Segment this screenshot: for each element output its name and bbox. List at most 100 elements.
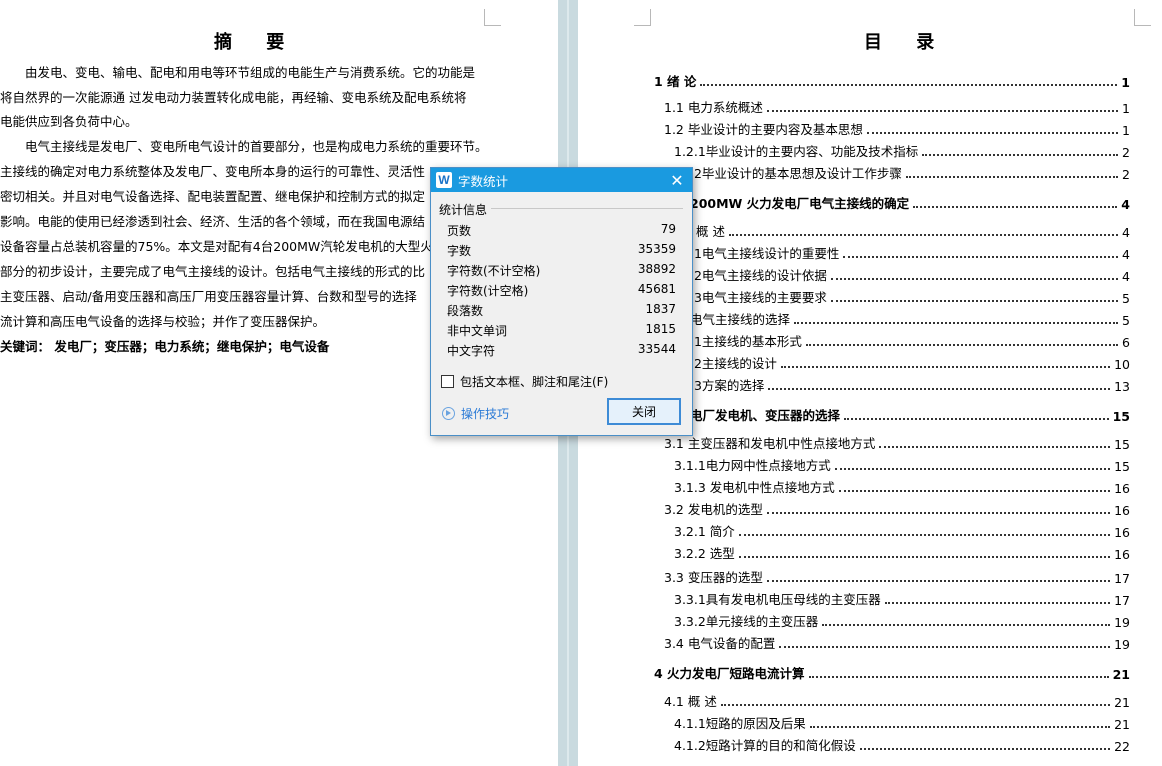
stat-value: 45681 — [637, 282, 676, 296]
toc-entry-page: 4 — [1122, 225, 1130, 240]
toc-entry[interactable]: .2主接线的设计 10 — [690, 354, 1130, 372]
stat-value: 1815 — [645, 322, 676, 336]
toc-entry[interactable]: .1电气主接线设计的重要性 4 — [690, 244, 1130, 262]
abstract-line: 影响。电能的使用已经渗透到社会、经济、生活的各个领域，而在我国电源结 — [0, 214, 426, 229]
toc-entry-label: 3.2.2 选型 — [674, 546, 735, 561]
toc-leader-dots — [766, 580, 1111, 582]
toc-entry[interactable]: 3.2.1 简介 16 — [674, 522, 1130, 540]
toc-entry-page: 13 — [1114, 379, 1130, 394]
toc-entry[interactable]: 3.3.1具有发电机电压母线的主变压器 17 — [674, 590, 1130, 608]
toc-entry-label: 3.2.1 简介 — [674, 524, 735, 539]
toc-leader-dots — [794, 322, 1119, 324]
toc-entry-page: 4 — [1122, 247, 1130, 262]
stat-value: 35359 — [637, 242, 676, 256]
toc-entry[interactable]: 200MW 火力发电厂电气主接线的确定 4 — [690, 194, 1130, 212]
include-textbox-checkbox[interactable]: 包括文本框、脚注和尾注(F) — [441, 373, 608, 390]
toc-entry[interactable]: 电厂发电机、变压器的选择 15 — [690, 406, 1130, 424]
toc-entry[interactable]: 3.1.3 发电机中性点接地方式 16 — [674, 478, 1130, 496]
stat-value: 38892 — [637, 262, 676, 276]
toc-leader-dots — [843, 256, 1119, 258]
toc-entry-page: 5 — [1122, 291, 1130, 306]
abstract-line: 电气主接线是发电厂、变电所电气设计的首要部分，也是构成电力系统的重要环节。 — [25, 139, 488, 154]
margin-corner-mark — [484, 9, 501, 26]
toc-entry[interactable]: .2电气主接线的设计依据 4 — [690, 266, 1130, 284]
toc-entry-page: 19 — [1114, 637, 1130, 652]
toc-leader-dots — [766, 110, 1119, 112]
stat-row: 字数 35359 — [447, 242, 676, 259]
toc-leader-dots — [766, 512, 1111, 514]
stat-value: 1837 — [645, 302, 676, 316]
toc-entry[interactable]: 4.1.1短路的原因及后果 21 — [674, 714, 1130, 732]
toc-entry[interactable]: 3.2.2 选型 16 — [674, 544, 1130, 562]
toc-entry-label: .1电气主接线设计的重要性 — [690, 246, 840, 261]
toc-entry-page: 15 — [1112, 409, 1130, 424]
toc-entry-page: 17 — [1114, 593, 1130, 608]
stat-value: 79 — [660, 222, 676, 236]
toc-entry-label: 1.2.1毕业设计的主要内容、功能及技术指标 — [674, 144, 919, 159]
toc-entry[interactable]: 1.2 毕业设计的主要内容及基本思想 1 — [664, 120, 1130, 138]
toc-entry[interactable]: .3方案的选择 13 — [690, 376, 1130, 394]
toc-leader-dots — [728, 234, 1119, 236]
keywords-line: 关键词： 发电厂；变压器；电力系统；继电保护；电气设备 — [0, 339, 330, 354]
toc-entry[interactable]: 1.2.1毕业设计的主要内容、功能及技术指标 2 — [674, 142, 1130, 160]
checkbox-icon[interactable] — [441, 375, 454, 388]
toc-entry-label: .3电气主接线的主要要求 — [690, 290, 827, 305]
stat-row: 段落数 1837 — [447, 302, 676, 319]
toc-entry-label: 3.1 主变压器和发电机中性点接地方式 — [664, 436, 876, 451]
toc-entry[interactable]: 3.3.2单元接线的主变压器 19 — [674, 612, 1130, 630]
toc-entry-page: 15 — [1114, 437, 1130, 452]
toc-entry-label: 1.2 毕业设计的主要内容及基本思想 — [664, 122, 863, 137]
tips-label: 操作技巧 — [461, 407, 510, 421]
toc-entry[interactable]: .1主接线的基本形式 6 — [690, 332, 1130, 350]
word-count-dialog: W 字数统计 ✕ 统计信息 页数 79 字数 35359 字符数(不计空格) 38892 字… — [430, 167, 693, 436]
tips-link[interactable]: 操作技巧 — [442, 405, 509, 422]
close-button[interactable]: 关闭 — [607, 398, 681, 425]
toc-entry[interactable]: 4.1.2短路计算的目的和简化假设 22 — [674, 736, 1130, 754]
abstract-line: 主接线的确定对电力系统整体及发电厂、变电所本身的运行的可靠性、灵活性 — [0, 164, 426, 179]
toc-leader-dots — [844, 418, 1109, 420]
toc-entry-page: 2 — [1122, 145, 1130, 160]
dialog-titlebar[interactable]: W 字数统计 ✕ — [431, 168, 692, 192]
toc-entry[interactable]: 3.4 电气设备的配置 19 — [664, 634, 1130, 652]
toc-entry-label: 3.3.2单元接线的主变压器 — [674, 614, 819, 629]
toc-leader-dots — [905, 176, 1119, 178]
toc-leader-dots — [822, 624, 1111, 626]
toc-entry[interactable]: .2毕业设计的基本思想及设计工作步骤 2 — [690, 164, 1130, 182]
stat-label: 段落数 — [447, 304, 484, 318]
stat-label: 字数 — [447, 244, 472, 258]
margin-corner-mark — [1134, 9, 1151, 26]
toc-entry[interactable]: 3.3 变压器的选型 17 — [664, 568, 1130, 586]
stat-label: 字符数(计空格) — [447, 284, 529, 298]
close-icon[interactable]: ✕ — [662, 171, 692, 190]
toc-entry[interactable]: .3电气主接线的主要要求 5 — [690, 288, 1130, 306]
stat-row: 中文字符 33544 — [447, 342, 676, 359]
toc-entry[interactable]: 3.1.1电力网中性点接地方式 15 — [674, 456, 1130, 474]
toc-entry[interactable]: 4 火力发电厂短路电流计算 21 — [654, 664, 1130, 682]
toc-entry-page: 1 — [1121, 75, 1130, 90]
toc-entry-label: 3.2 发电机的选型 — [664, 502, 763, 517]
dialog-title: 字数统计 — [458, 173, 509, 189]
toc-entry-label: 3.1.1电力网中性点接地方式 — [674, 458, 831, 473]
toc-leader-dots — [809, 726, 1111, 728]
toc-entry[interactable]: 1 绪 论 1 — [654, 72, 1130, 90]
toc-leader-dots — [808, 676, 1109, 678]
toc-entry-label: 电气主接线的选择 — [690, 312, 791, 327]
toc-leader-dots — [922, 154, 1119, 156]
toc-entry[interactable]: 电气主接线的选择 5 — [690, 310, 1130, 328]
stat-row: 页数 79 — [447, 222, 676, 239]
toc-leader-dots — [913, 206, 1118, 208]
toc-entry-page: 16 — [1114, 481, 1130, 496]
toc-entry-page: 6 — [1122, 335, 1130, 350]
toc-entry[interactable]: 概 述 4 — [696, 222, 1130, 240]
toc-entry[interactable]: 3.2 发电机的选型 16 — [664, 500, 1130, 518]
abstract-line: 由发电、变电、输电、配电和用电等环节组成的电能生产与消费系统。它的功能是 — [25, 65, 476, 80]
toc-entry-page: 21 — [1114, 695, 1130, 710]
stat-label: 页数 — [447, 224, 472, 238]
toc-entry-label: 1.1 电力系统概述 — [664, 100, 763, 115]
toc-entry-label: .2电气主接线的设计依据 — [690, 268, 827, 283]
toc-entry[interactable]: 3.1 主变压器和发电机中性点接地方式 15 — [664, 434, 1130, 452]
toc-entry-label: .1主接线的基本形式 — [690, 334, 802, 349]
toc-entry[interactable]: 4.1 概 述 21 — [664, 692, 1130, 710]
toc-entry-label: 电厂发电机、变压器的选择 — [690, 408, 841, 423]
toc-entry[interactable]: 1.1 电力系统概述 1 — [664, 98, 1130, 116]
